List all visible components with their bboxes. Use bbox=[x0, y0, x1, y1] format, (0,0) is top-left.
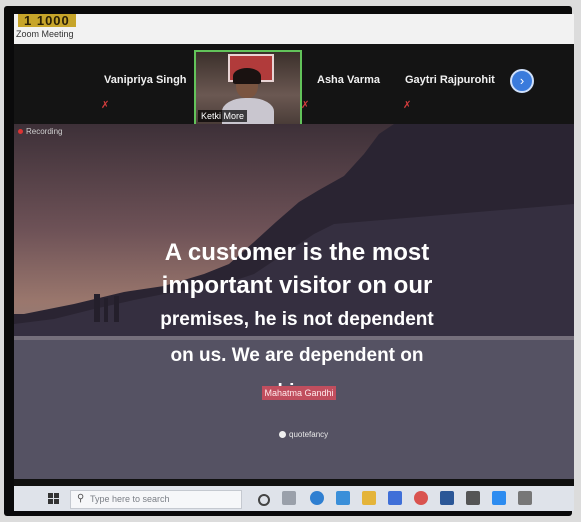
search-icon: ⚲ bbox=[77, 493, 85, 504]
photo-frame: 1 1000 Zoom Meeting Vanipriya Singh ✗ Ke… bbox=[0, 0, 581, 522]
app-logo: 1 1000 bbox=[18, 14, 76, 27]
recording-label: Recording bbox=[26, 127, 63, 136]
quote-line: premises, he is not dependent bbox=[160, 309, 434, 330]
participant-strip: Vanipriya Singh ✗ Ketki More ✗ Asha Varm… bbox=[14, 44, 574, 126]
microphone-muted-icon: ✗ bbox=[403, 100, 412, 111]
record-dot-icon bbox=[18, 129, 23, 134]
participant-video-tile[interactable]: Ketki More bbox=[194, 50, 302, 126]
next-page-button[interactable]: › bbox=[510, 69, 534, 93]
monitor-bezel: 1 1000 Zoom Meeting Vanipriya Singh ✗ Ke… bbox=[4, 6, 574, 516]
task-view-icon[interactable] bbox=[282, 491, 296, 505]
brand-label: quotefancy bbox=[289, 430, 329, 439]
app-icon[interactable] bbox=[336, 491, 350, 505]
participant-name[interactable]: Vanipriya Singh bbox=[104, 74, 187, 86]
windows-start-icon[interactable] bbox=[48, 493, 59, 504]
participant-hair bbox=[233, 68, 261, 84]
quote-text: A customer is the most important visitor… bbox=[152, 236, 442, 410]
participant-name[interactable]: Gaytri Rajpurohit bbox=[405, 74, 495, 86]
windows-taskbar: ⚲ Type here to search bbox=[14, 486, 574, 511]
app-icon[interactable] bbox=[518, 491, 532, 505]
file-explorer-icon[interactable] bbox=[362, 491, 376, 505]
window-title: Zoom Meeting bbox=[16, 29, 74, 39]
participant-name: Ketki More bbox=[198, 110, 248, 122]
store-icon[interactable] bbox=[388, 491, 402, 505]
participant-name[interactable]: Asha Varma bbox=[317, 74, 380, 86]
quotefancy-watermark: quotefancy bbox=[279, 430, 328, 439]
app-icon[interactable] bbox=[466, 491, 480, 505]
shared-screen: Recording A customer is the most importa… bbox=[14, 124, 574, 479]
edge-browser-icon[interactable] bbox=[310, 491, 324, 505]
search-placeholder: Type here to search bbox=[90, 494, 170, 504]
zoom-app-icon[interactable] bbox=[492, 491, 506, 505]
chrome-icon[interactable] bbox=[414, 491, 428, 505]
microphone-muted-icon: ✗ bbox=[301, 100, 310, 111]
recording-indicator: Recording bbox=[18, 127, 62, 136]
app-icon[interactable] bbox=[440, 491, 454, 505]
quote-author-badge: Mahatma Gandhi bbox=[262, 386, 336, 400]
taskbar-search-box[interactable]: ⚲ Type here to search bbox=[70, 490, 242, 509]
quote-line: important visitor on our bbox=[161, 272, 433, 299]
microphone-muted-icon: ✗ bbox=[101, 100, 110, 111]
cortana-icon[interactable] bbox=[258, 494, 270, 506]
monitor-screen: 1 1000 Zoom Meeting Vanipriya Singh ✗ Ke… bbox=[14, 14, 574, 511]
quote-line: A customer is the most bbox=[164, 239, 430, 266]
zoom-title-bar: 1 1000 Zoom Meeting bbox=[14, 14, 574, 44]
chevron-right-icon: › bbox=[519, 73, 525, 88]
quotefancy-logo-icon bbox=[279, 431, 286, 438]
